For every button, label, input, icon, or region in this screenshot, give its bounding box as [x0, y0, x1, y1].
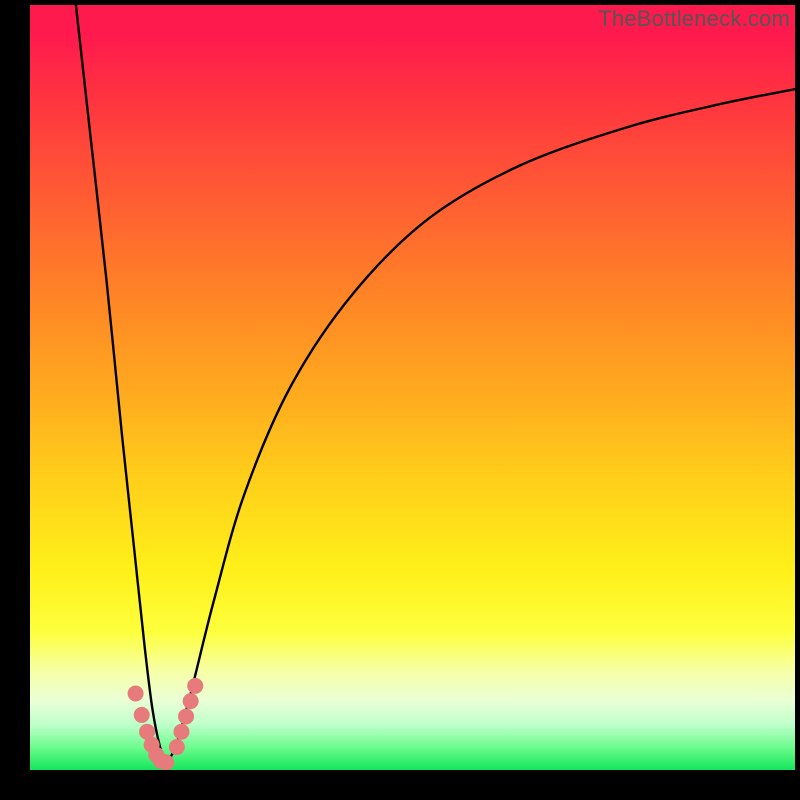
data-marker [183, 693, 199, 709]
markers-group [128, 678, 204, 770]
plot-area [30, 5, 795, 770]
chart-frame: TheBottleneck.com [0, 0, 800, 800]
curve-layer [30, 5, 795, 770]
data-marker [158, 754, 174, 770]
right-branch-curve [166, 89, 795, 762]
data-marker [173, 724, 189, 740]
watermark-text: TheBottleneck.com [598, 6, 790, 32]
data-marker [134, 707, 150, 723]
data-marker [169, 739, 185, 755]
data-marker [128, 686, 144, 702]
left-branch-curve [76, 5, 166, 762]
data-marker [187, 678, 203, 694]
data-marker [178, 708, 194, 724]
